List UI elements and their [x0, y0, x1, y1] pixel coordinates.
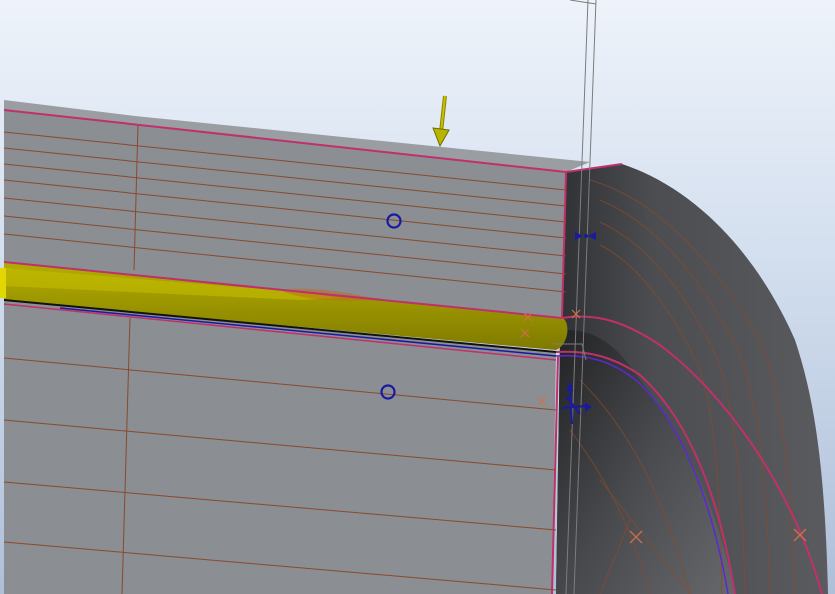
selected-surface-edge: [0, 268, 6, 298]
model-canvas[interactable]: [0, 0, 835, 594]
cad-3d-viewport[interactable]: [0, 0, 835, 594]
direction-arrow-icon[interactable]: [432, 95, 450, 148]
